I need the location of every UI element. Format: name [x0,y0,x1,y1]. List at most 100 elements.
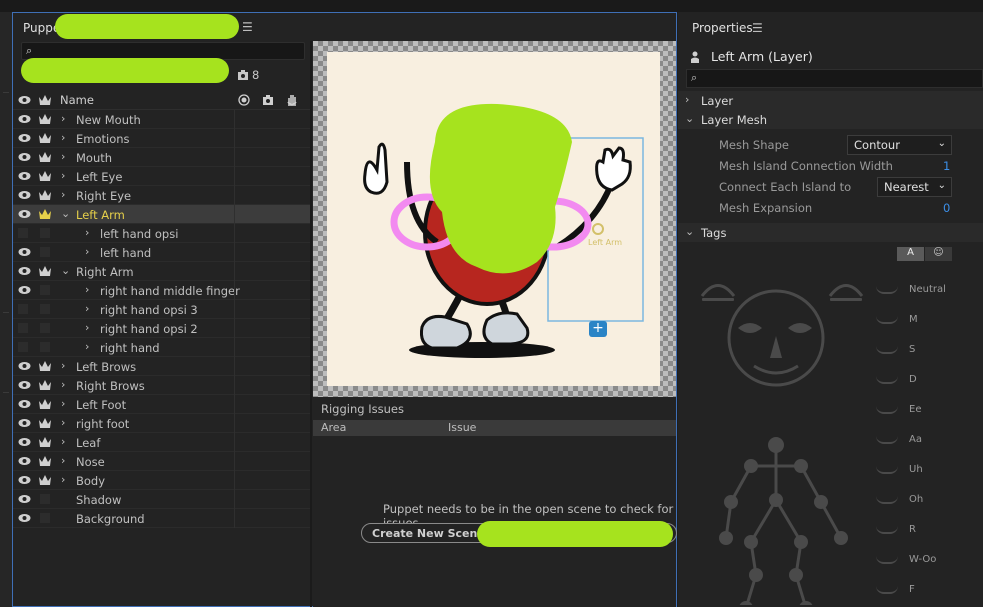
layer-row[interactable]: › Right Eye [13,186,311,205]
crown-icon[interactable] [38,379,52,391]
viseme-label[interactable]: D [909,374,917,385]
crown-icon[interactable] [38,189,52,201]
layer-row[interactable]: › Leaf [13,433,311,452]
viseme-label[interactable]: Neutral [909,284,946,295]
layer-row[interactable]: ⌄ Left Arm [13,205,311,224]
independence-toggle[interactable] [40,323,50,333]
crown-icon[interactable] [38,417,52,429]
viseme-label[interactable]: Ee [909,404,921,415]
independence-toggle[interactable] [40,304,50,314]
visibility-toggle[interactable] [18,323,28,333]
chevron-right-icon[interactable]: › [61,131,65,144]
eye-icon[interactable] [18,246,31,258]
layer-row[interactable]: › Nose [13,452,311,471]
eye-icon[interactable] [18,474,31,486]
chevron-right-icon[interactable]: › [61,454,65,467]
eye-icon[interactable] [18,189,31,201]
layer-row[interactable]: › Left Eye [13,167,311,186]
stage-canvas[interactable]: Left Arm + [313,41,676,397]
section-tags[interactable]: ⌄ Tags [678,223,983,242]
properties-search-input[interactable]: ⌕ [686,69,983,88]
layer-row[interactable]: Background [13,509,311,528]
artboard[interactable]: Left Arm [327,52,660,386]
crown-icon[interactable] [38,360,52,372]
visibility-toggle[interactable] [18,342,28,352]
chevron-right-icon[interactable]: › [85,340,89,353]
crown-icon[interactable] [38,132,52,144]
layer-row[interactable]: › right hand opsi 3 [13,300,311,319]
chevron-right-icon[interactable]: › [61,169,65,182]
layer-row[interactable]: › Emotions [13,129,311,148]
viseme-label[interactable]: S [909,344,915,355]
independence-toggle[interactable] [40,342,50,352]
panel-menu-icon[interactable]: ☰ [242,20,253,34]
layer-row[interactable]: › left hand opsi [13,224,311,243]
layer-row[interactable]: › New Mouth [13,110,311,129]
issue-column-header[interactable]: Issue [448,421,476,434]
chevron-right-icon[interactable]: › [61,416,65,429]
eye-icon[interactable] [18,417,31,429]
independence-toggle[interactable] [40,247,50,257]
eye-icon[interactable] [18,436,31,448]
eye-icon[interactable] [18,493,31,505]
chevron-right-icon[interactable]: › [61,435,65,448]
chevron-right-icon[interactable]: › [85,302,89,315]
viseme-mouth-icon[interactable] [876,376,898,384]
chevron-right-icon[interactable]: › [85,245,89,258]
layer-row[interactable]: Shadow [13,490,311,509]
layer-row[interactable]: › Left Brows [13,357,311,376]
section-layer-mesh[interactable]: ⌄ Layer Mesh [678,110,983,129]
viseme-label[interactable]: Oh [909,494,923,505]
crown-icon[interactable] [38,265,52,277]
mesh-shape-dropdown[interactable]: Contour ⌄ [847,135,952,155]
crown-icon[interactable] [38,455,52,467]
eye-icon[interactable] [18,360,31,372]
layer-row[interactable]: › right foot [13,414,311,433]
eye-icon[interactable] [18,284,31,296]
independence-toggle[interactable] [40,228,50,238]
eye-icon[interactable] [18,379,31,391]
eye-icon[interactable] [18,512,31,524]
chevron-down-icon[interactable]: ⌄ [61,264,70,277]
chevron-right-icon[interactable]: › [61,150,65,163]
area-column-header[interactable]: Area [321,421,346,434]
viseme-label[interactable]: Uh [909,464,923,475]
eye-icon[interactable] [18,151,31,163]
viseme-mouth-icon[interactable] [876,406,898,414]
layer-row[interactable]: ⌄ Right Arm [13,262,311,281]
eye-icon[interactable] [18,132,31,144]
crown-icon[interactable] [38,474,52,486]
chevron-right-icon[interactable]: › [61,397,65,410]
chevron-right-icon[interactable]: › [85,226,89,239]
crown-icon[interactable] [38,113,52,125]
viseme-mouth-icon[interactable] [876,286,898,294]
mesh-expansion-value[interactable]: 0 [943,201,950,215]
layer-row[interactable]: › right hand [13,338,311,357]
name-column-header[interactable]: Name [60,93,94,107]
eye-icon[interactable] [18,455,31,467]
viseme-label[interactable]: W-Oo [909,554,936,565]
record-column-icon[interactable] [238,94,250,106]
tag-view-toggle[interactable]: A ☺ [897,247,952,261]
viseme-mouth-icon[interactable] [876,526,898,534]
tag-toggle-a[interactable]: A [897,247,924,261]
viseme-mouth-icon[interactable] [876,556,898,564]
chevron-right-icon[interactable]: › [61,473,65,486]
layer-row[interactable]: › Left Foot [13,395,311,414]
independence-toggle[interactable] [40,494,50,504]
eye-icon[interactable] [18,398,31,410]
chevron-right-icon[interactable]: › [61,359,65,372]
connect-island-dropdown[interactable]: Nearest ⌄ [877,177,952,197]
crown-icon[interactable] [38,436,52,448]
eye-icon[interactable] [18,265,31,277]
viseme-label[interactable]: M [909,314,918,325]
viseme-mouth-icon[interactable] [876,466,898,474]
chevron-right-icon[interactable]: › [85,321,89,334]
layer-row[interactable]: › Right Brows [13,376,311,395]
properties-title[interactable]: Properties [692,21,753,35]
viseme-label[interactable]: Aa [909,434,922,445]
chevron-down-icon[interactable]: ⌄ [61,207,70,220]
viseme-mouth-icon[interactable] [876,316,898,324]
chevron-right-icon[interactable]: › [61,188,65,201]
independence-toggle[interactable] [40,513,50,523]
